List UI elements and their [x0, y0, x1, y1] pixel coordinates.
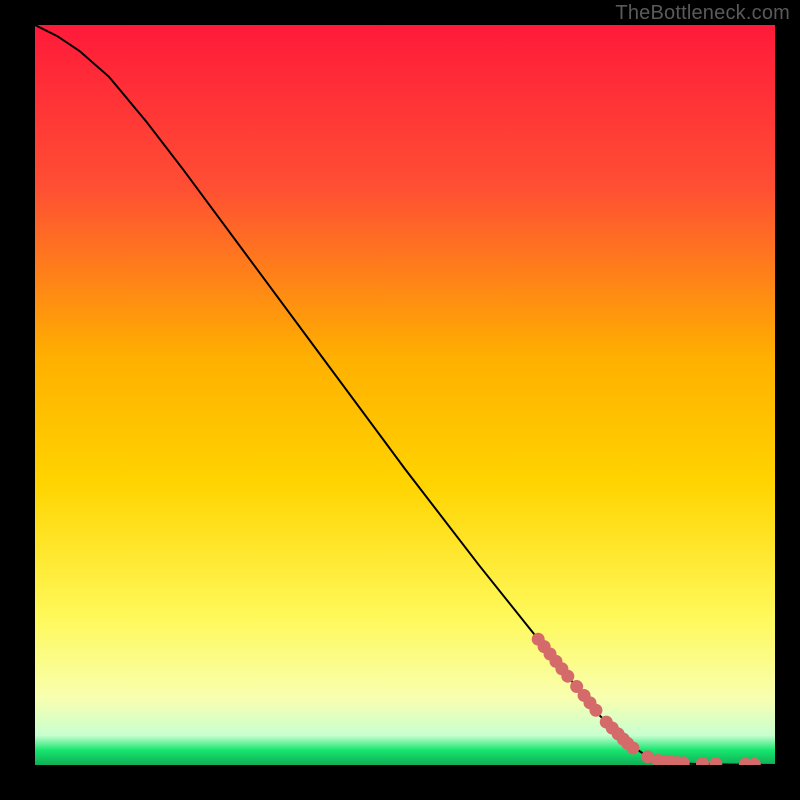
data-marker	[626, 741, 639, 754]
chart-frame: TheBottleneck.com	[0, 0, 800, 800]
data-marker	[561, 670, 574, 683]
data-marker	[589, 704, 602, 717]
plot-svg	[35, 25, 775, 765]
gradient-background	[35, 25, 775, 765]
plot-area	[35, 25, 775, 765]
watermark-text: TheBottleneck.com	[615, 2, 790, 25]
